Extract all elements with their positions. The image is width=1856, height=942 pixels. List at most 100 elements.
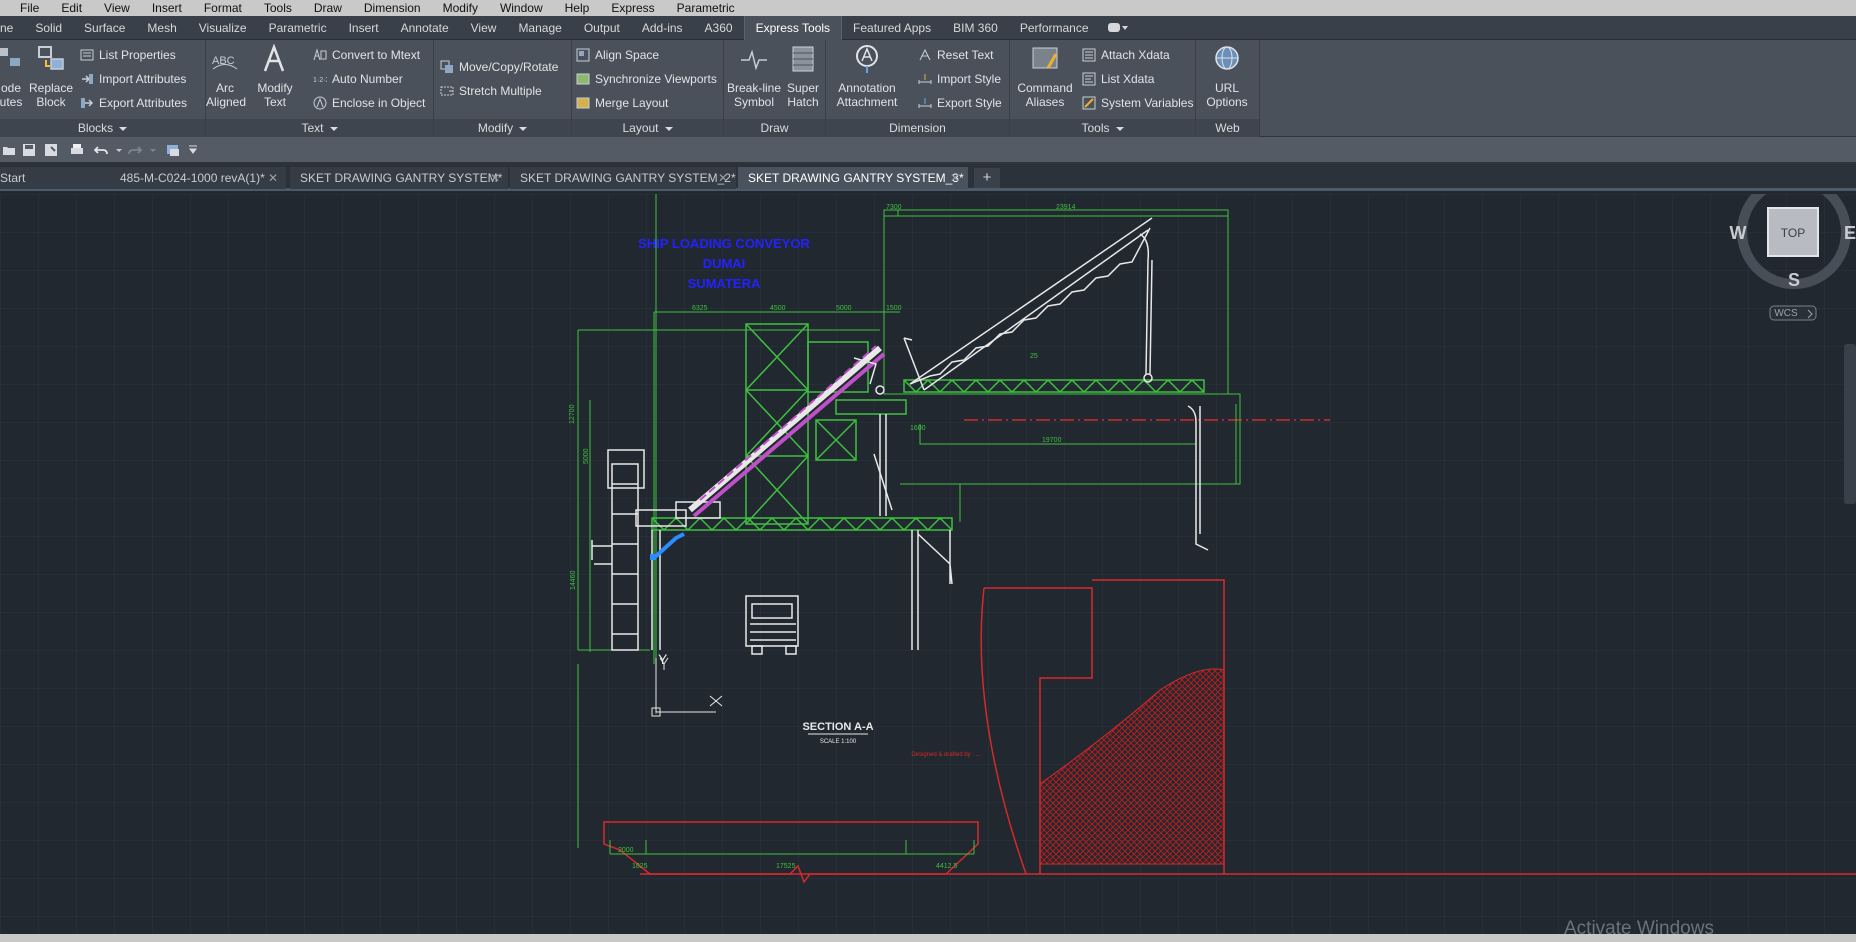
tab-visualize[interactable]: Visualize (188, 16, 258, 40)
super-hatch-button[interactable]: Super Hatch (784, 44, 822, 109)
menu-insert[interactable]: Insert (141, 0, 193, 16)
menu-modify[interactable]: Modify (432, 0, 489, 16)
url-options-label-1: URL (1214, 81, 1239, 95)
menu-parametric[interactable]: Parametric (666, 0, 746, 16)
panel-dimension-title[interactable]: Dimension (826, 119, 1009, 137)
close-icon[interactable]: ✕ (950, 167, 960, 189)
export-attributes-label: Export Attributes (99, 96, 188, 110)
tab-insert[interactable]: Insert (338, 16, 390, 40)
compass-south[interactable]: S (1788, 270, 1800, 290)
menu-edit[interactable]: Edit (50, 0, 93, 16)
dim-17525: 17525 (776, 863, 796, 870)
tab-add-ins[interactable]: Add-ins (631, 16, 694, 40)
merge-layout-button[interactable]: Merge Layout (576, 94, 668, 112)
doc-tab-label: 485-M-C024-1000 revA(1)* (120, 171, 265, 185)
panel-tools-title[interactable]: Tools (1010, 119, 1195, 137)
tab-parametric[interactable]: Parametric (258, 16, 338, 40)
annotation-attachment-button[interactable]: Annotation Attachment (834, 44, 900, 109)
open-icon[interactable] (2, 143, 16, 157)
enclose-in-object-button[interactable]: Enclose in Object (313, 94, 425, 112)
menu-window[interactable]: Window (489, 0, 554, 16)
undo-dropdown-icon[interactable] (112, 143, 126, 157)
panel-draw-title[interactable]: Draw (724, 119, 825, 137)
command-aliases-button[interactable]: Command Aliases (1016, 44, 1074, 109)
break-line-symbol-button[interactable]: Break-line Symbol (726, 44, 782, 109)
panel-tools: Command Aliases Attach Xdata List Xdata … (1010, 40, 1196, 137)
align-space-button[interactable]: Align Space (576, 46, 659, 64)
tab-solid[interactable]: Solid (24, 16, 73, 40)
drawing-canvas[interactable]: 7300 23914 6325 4500 5000 1500 1600 1970… (0, 194, 1856, 934)
doc-tab-485[interactable]: 485-M-C024-1000 revA(1)* ✕ (110, 167, 286, 189)
close-icon[interactable]: ✕ (268, 167, 278, 189)
list-xdata-button[interactable]: List Xdata (1082, 70, 1154, 88)
auto-number-button[interactable]: 1·2·3 Auto Number (313, 70, 403, 88)
panel-web-title[interactable]: Web (1196, 119, 1259, 137)
ribbon-display-toggle[interactable] (1107, 22, 1136, 34)
redo-icon[interactable] (128, 143, 142, 157)
panel-text-title[interactable]: Text (206, 119, 433, 137)
tab-featured-apps[interactable]: Featured Apps (842, 16, 942, 40)
print-icon[interactable] (70, 143, 84, 157)
panel-blocks-title[interactable]: Blocks (0, 119, 205, 137)
tab-view[interactable]: View (460, 16, 508, 40)
tab-a360[interactable]: A360 (694, 16, 744, 40)
list-xdata-icon (1082, 72, 1096, 86)
menu-draw[interactable]: Draw (303, 0, 353, 16)
tab-manage[interactable]: Manage (507, 16, 572, 40)
doc-tab-sket-2[interactable]: SKET DRAWING GANTRY SYSTEM_2* ✕ (510, 167, 736, 189)
reset-text-button[interactable]: Reset Text (918, 46, 993, 64)
explode-attributes-button[interactable]: ode utes (0, 44, 26, 109)
menu-file[interactable]: File (0, 0, 50, 16)
tab-output[interactable]: Output (573, 16, 631, 40)
close-icon[interactable]: ✕ (718, 167, 728, 189)
doc-tab-start[interactable]: Start (0, 167, 112, 189)
list-properties-button[interactable]: List Properties (80, 46, 176, 64)
tab-bim-360[interactable]: BIM 360 (942, 16, 1009, 40)
tab-home-partial[interactable]: ne (0, 16, 24, 40)
import-style-button[interactable]: Import Style (918, 70, 1001, 88)
tab-mesh[interactable]: Mesh (136, 16, 187, 40)
convert-to-mtext-button[interactable]: Convert to Mtext (313, 46, 420, 64)
panel-layout: Align Space Synchronize Viewports Merge … (572, 40, 724, 137)
import-attributes-button[interactable]: Import Attributes (80, 70, 186, 88)
menu-tools[interactable]: Tools (253, 0, 303, 16)
arc-aligned-button[interactable]: ABC Arc Aligned (206, 44, 246, 109)
tab-performance[interactable]: Performance (1009, 16, 1100, 40)
panel-modify-title[interactable]: Modify (434, 119, 571, 137)
url-options-button[interactable]: URL Options (1204, 44, 1250, 109)
navigation-bar[interactable] (1844, 344, 1856, 504)
system-variables-icon (1082, 96, 1096, 110)
doc-tab-sket-1[interactable]: SKET DRAWING GANTRY SYSTEM* ✕ (290, 167, 508, 189)
synchronize-viewports-button[interactable]: Synchronize Viewports (576, 70, 717, 88)
attach-xdata-button[interactable]: Attach Xdata (1082, 46, 1170, 64)
save-icon[interactable] (22, 143, 36, 157)
doc-tab-sket-3[interactable]: SKET DRAWING GANTRY SYSTEM_3* ✕ (738, 167, 968, 189)
replace-block-button[interactable]: Replace Block (28, 44, 74, 109)
system-variables-button[interactable]: System Variables (1082, 94, 1193, 112)
panel-layout-title[interactable]: Layout (572, 119, 723, 137)
tab-surface[interactable]: Surface (73, 16, 136, 40)
plot-icon[interactable] (166, 143, 180, 157)
close-icon[interactable]: ✕ (490, 167, 500, 189)
super-hatch-label-2: Hatch (787, 95, 819, 109)
panel-web: URL Options Web (1196, 40, 1260, 137)
tab-express-tools[interactable]: Express Tools (743, 15, 843, 40)
menu-help[interactable]: Help (554, 0, 601, 16)
menu-view[interactable]: View (93, 0, 141, 16)
menu-express[interactable]: Express (600, 0, 665, 16)
save-as-icon[interactable] (44, 143, 58, 157)
move-copy-rotate-button[interactable]: Move/Copy/Rotate (440, 58, 558, 76)
stretch-multiple-button[interactable]: Stretch Multiple (440, 82, 542, 100)
redo-dropdown-icon[interactable] (146, 143, 160, 157)
modify-text-button[interactable]: Modify Text (254, 43, 296, 109)
compass-east[interactable]: E (1844, 223, 1856, 243)
tab-annotate[interactable]: Annotate (390, 16, 460, 40)
export-attributes-button[interactable]: Export Attributes (80, 94, 187, 112)
menu-format[interactable]: Format (193, 0, 253, 16)
undo-icon[interactable] (94, 143, 108, 157)
customize-qat-icon[interactable] (186, 143, 200, 157)
menu-dimension[interactable]: Dimension (353, 0, 432, 16)
new-tab-button[interactable]: + (974, 168, 1000, 188)
export-style-button[interactable]: Export Style (918, 94, 1002, 112)
compass-west[interactable]: W (1730, 223, 1747, 243)
